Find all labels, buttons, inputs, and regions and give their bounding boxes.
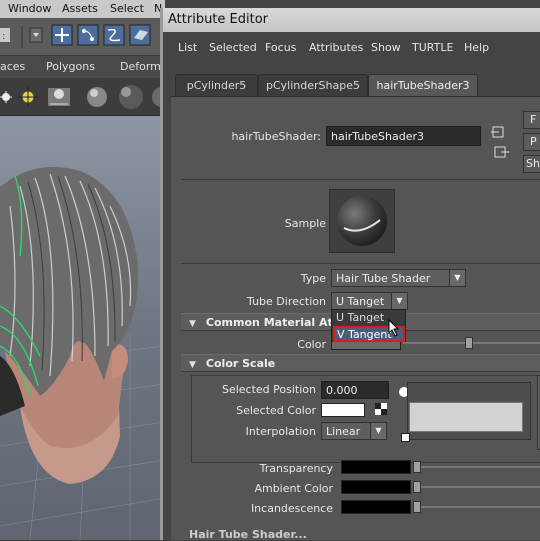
transparency-swatch[interactable] <box>341 460 411 474</box>
focus-icons[interactable] <box>491 123 511 163</box>
focus-button[interactable]: F <box>523 111 540 129</box>
chevron-down-icon: ▼ <box>449 270 465 286</box>
chevron-down-icon: ▼ <box>391 293 407 309</box>
interpolation-label: Interpolation <box>245 425 316 438</box>
transparency-slider-track[interactable] <box>413 466 540 468</box>
ambient-color-label: Ambient Color <box>254 482 333 495</box>
maya-main-menubar: Window Assets Select N <box>0 0 165 18</box>
transparency-label: Transparency <box>259 462 333 475</box>
node-name-label: hairTubeShader: <box>231 130 321 143</box>
tube-direction-value: U Tanget <box>336 295 385 308</box>
render-settings-icon[interactable] <box>48 88 70 106</box>
shelf-tabs: aces Polygons Deforma <box>0 56 168 78</box>
light-icon[interactable] <box>0 91 12 103</box>
snap-surface-icon <box>129 24 151 46</box>
color-label: Color <box>297 338 326 351</box>
type-value: Hair Tube Shader <box>336 272 431 285</box>
color-slider-handle[interactable] <box>465 337 473 349</box>
toolbar-icons[interactable]: : <box>0 18 165 56</box>
section-hair-tube-shader-partial[interactable]: Hair Tube Shader... <box>181 525 540 541</box>
tube-direction-dropdown[interactable]: U Tanget ▼ <box>331 292 408 310</box>
incandescence-swatch[interactable] <box>341 500 411 514</box>
menu-select[interactable]: Select <box>110 2 144 15</box>
incandescence-label: Incandescence <box>250 502 333 515</box>
node-name-field[interactable]: hairTubeShader3 <box>326 126 481 146</box>
collapse-triangle-icon: ▼ <box>189 360 196 370</box>
attribute-editor-menubar: List Selected Focus Attributes Show TURT… <box>163 32 540 68</box>
section-colorscale-label: Color Scale <box>205 357 276 370</box>
divider <box>181 263 540 264</box>
tab-hairtubeshader3[interactable]: hairTubeShader3 <box>368 74 478 96</box>
menu-focus[interactable]: Focus <box>265 41 296 54</box>
shelf-tab-polygons[interactable]: Polygons <box>46 60 95 73</box>
selected-position-label: Selected Position <box>221 383 316 396</box>
snap-point-icon <box>103 24 125 46</box>
mouse-cursor-icon <box>388 319 400 337</box>
shelf-icons <box>0 78 172 116</box>
tab-pcylinder5[interactable]: pCylinder5 <box>175 74 258 96</box>
status-line-toolbar: : <box>0 18 165 56</box>
hypershade-sphere-icon[interactable] <box>87 87 107 107</box>
section-common-label: Common Material At <box>205 316 333 329</box>
sample-sphere-icon <box>337 196 387 246</box>
character-head-render <box>0 166 165 540</box>
menu-window[interactable]: Window <box>8 2 51 15</box>
divider <box>181 179 540 180</box>
color-ramp[interactable] <box>409 402 523 432</box>
chevron-down-icon: ▼ <box>370 423 386 439</box>
interpolation-dropdown[interactable]: Linear ▼ <box>321 422 387 440</box>
move-tool-icon <box>51 24 73 46</box>
shelf-tab-surfaces[interactable]: aces <box>0 60 25 73</box>
interpolation-value: Linear <box>326 425 361 438</box>
incandescence-slider-track[interactable] <box>413 506 540 508</box>
material-sphere-icon[interactable] <box>119 85 143 109</box>
transparency-slider-handle[interactable] <box>413 461 421 473</box>
type-dropdown[interactable]: Hair Tube Shader ▼ <box>331 269 466 287</box>
menu-turtle[interactable]: TURTLE <box>412 41 453 54</box>
menu-help[interactable]: Help <box>464 41 489 54</box>
input-connection-icon <box>491 126 504 138</box>
tab-pcylindershape5[interactable]: pCylinderShape5 <box>258 74 368 96</box>
sun-light-icon[interactable] <box>18 87 38 107</box>
svg-text::: : <box>2 31 5 42</box>
snap-curve-icon <box>77 24 99 46</box>
collapse-triangle-icon: ▼ <box>189 319 196 329</box>
type-label: Type <box>300 272 326 285</box>
incandescence-slider-handle[interactable] <box>413 501 421 513</box>
color-picker-icon[interactable] <box>375 403 387 415</box>
menu-attributes[interactable]: Attributes <box>309 41 363 54</box>
tube-direction-label: Tube Direction <box>247 295 326 308</box>
ambient-color-slider-handle[interactable] <box>413 481 421 493</box>
menu-list[interactable]: List <box>178 41 197 54</box>
section-color-scale[interactable]: ▼ Color Scale <box>181 354 540 372</box>
show-button[interactable]: Sho <box>523 155 540 173</box>
selected-color-swatch[interactable] <box>321 403 365 417</box>
sample-label: Sample <box>284 217 326 230</box>
sample-swatch[interactable] <box>329 189 395 253</box>
ambient-color-swatch[interactable] <box>341 480 411 494</box>
menu-selected[interactable]: Selected <box>209 41 257 54</box>
menu-show[interactable]: Show <box>371 41 401 54</box>
ramp-handle-bottom-icon[interactable] <box>401 433 410 442</box>
selected-position-field[interactable]: 0.000 <box>321 381 389 399</box>
menu-assets[interactable]: Assets <box>62 2 98 15</box>
selected-color-label: Selected Color <box>236 404 316 417</box>
3d-viewport[interactable] <box>0 116 165 540</box>
output-connection-icon <box>494 146 509 158</box>
dropdown-arrow-icon <box>29 27 43 43</box>
snap-grid-icon: : <box>0 28 10 42</box>
presets-button[interactable]: P <box>523 133 540 151</box>
attribute-editor-window: Attribute Editor List Selected Focus Att… <box>160 8 540 541</box>
attribute-editor-titlebar[interactable]: Attribute Editor <box>163 8 540 32</box>
ambient-color-slider-track[interactable] <box>413 486 540 488</box>
